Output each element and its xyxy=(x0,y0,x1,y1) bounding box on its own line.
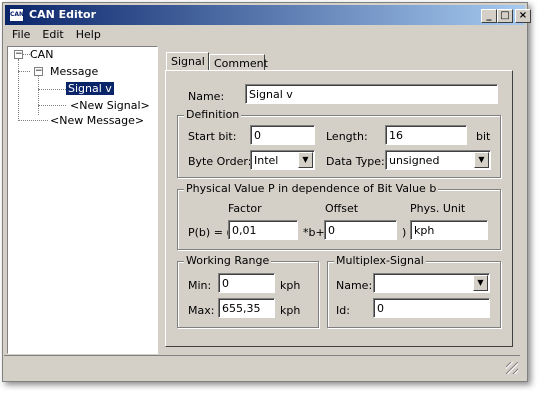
menu-file[interactable]: File xyxy=(5,26,35,41)
tab-signal[interactable]: Signal xyxy=(166,52,209,72)
factor-input[interactable]: 0,01 xyxy=(228,220,298,240)
window-title: CAN Editor xyxy=(29,8,97,21)
multiplex-id-input[interactable]: 0 xyxy=(373,298,490,318)
min-label: Min: xyxy=(188,279,212,292)
tree-node-signal[interactable]: Signal v xyxy=(66,82,114,95)
tree-line xyxy=(18,59,19,119)
working-range-group: Working Range Min: 0 kph Max: 655,35 kph xyxy=(177,254,319,328)
offset-header: Offset xyxy=(325,202,359,215)
title-bar[interactable]: CAN CAN Editor _ □ × xyxy=(5,5,531,25)
tree-line xyxy=(18,71,30,72)
byte-order-label: Byte Order: xyxy=(188,155,252,168)
tree-line xyxy=(22,54,30,55)
phys-unit-header: Phys. Unit xyxy=(410,202,466,215)
definition-legend: Definition xyxy=(184,108,242,121)
min-input[interactable]: 0 xyxy=(218,273,275,293)
app-icon: CAN xyxy=(9,8,24,22)
chevron-down-icon[interactable]: ▼ xyxy=(474,152,489,168)
multiplex-signal-group: Multiplex-Signal Name: ▼ Id: 0 xyxy=(327,254,501,328)
collapse-icon[interactable]: − xyxy=(14,50,23,59)
close-button[interactable]: × xyxy=(515,9,531,23)
menu-help[interactable]: Help xyxy=(69,26,106,41)
working-range-legend: Working Range xyxy=(184,254,272,267)
tree-line xyxy=(38,89,66,90)
status-bar xyxy=(4,355,520,376)
data-type-value: unsigned xyxy=(389,154,440,167)
multiplex-signal-legend: Multiplex-Signal xyxy=(334,254,426,267)
formula-prefix: P(b) = ( xyxy=(188,226,231,239)
max-unit: kph xyxy=(280,304,301,317)
tree-view[interactable]: − CAN − Message Signal v <New Signal> <N… xyxy=(7,46,158,354)
chevron-down-icon[interactable]: ▼ xyxy=(473,275,488,291)
length-unit: bit xyxy=(476,130,491,143)
data-type-label: Data Type: xyxy=(326,155,385,168)
max-label: Max: xyxy=(188,304,215,317)
length-input[interactable]: 16 xyxy=(385,125,467,145)
phys-unit-input[interactable]: kph xyxy=(410,220,488,240)
min-unit: kph xyxy=(280,279,301,292)
start-bit-label: Start bit: xyxy=(188,130,237,143)
tree-line xyxy=(18,120,48,121)
tree-node-new-message[interactable]: <New Message> xyxy=(50,114,144,127)
byte-order-select[interactable]: Intel ▼ xyxy=(250,150,315,170)
physical-value-group: Physical Value P in dependence of Bit Va… xyxy=(177,182,501,250)
collapse-icon[interactable]: − xyxy=(34,67,43,76)
byte-order-value: Intel xyxy=(254,154,279,167)
multiplex-name-select[interactable]: ▼ xyxy=(373,273,490,293)
offset-input[interactable]: 0 xyxy=(324,220,397,240)
tree-line xyxy=(38,105,66,106)
max-input[interactable]: 655,35 xyxy=(218,298,275,318)
minimize-button[interactable]: _ xyxy=(481,9,497,23)
menu-edit[interactable]: Edit xyxy=(35,26,68,41)
name-label: Name: xyxy=(188,90,225,103)
menu-bar: File Edit Help xyxy=(5,26,106,44)
signal-tab-panel: Name: Signal v Definition Start bit: 0 L… xyxy=(165,70,513,347)
tree-node-message[interactable]: Message xyxy=(50,65,98,78)
resize-grip-icon[interactable] xyxy=(506,362,518,374)
chevron-down-icon[interactable]: ▼ xyxy=(298,152,313,168)
tree-node-can[interactable]: CAN xyxy=(30,48,53,61)
maximize-button[interactable]: □ xyxy=(497,9,513,23)
length-label: Length: xyxy=(326,130,368,143)
formula-suffix: ) xyxy=(402,226,407,239)
multiplex-name-label: Name: xyxy=(336,279,373,292)
definition-group: Definition Start bit: 0 Length: 16 bit B… xyxy=(177,108,501,178)
physical-value-legend: Physical Value P in dependence of Bit Va… xyxy=(184,182,439,195)
start-bit-input[interactable]: 0 xyxy=(250,125,315,145)
tree-node-new-signal[interactable]: <New Signal> xyxy=(70,99,150,112)
data-type-select[interactable]: unsigned ▼ xyxy=(385,150,491,170)
signal-name-input[interactable]: Signal v xyxy=(245,84,498,104)
tree-line xyxy=(38,75,39,115)
multiplex-id-label: Id: xyxy=(336,304,350,317)
formula-mid: *b+ xyxy=(303,226,325,239)
factor-header: Factor xyxy=(228,202,262,215)
